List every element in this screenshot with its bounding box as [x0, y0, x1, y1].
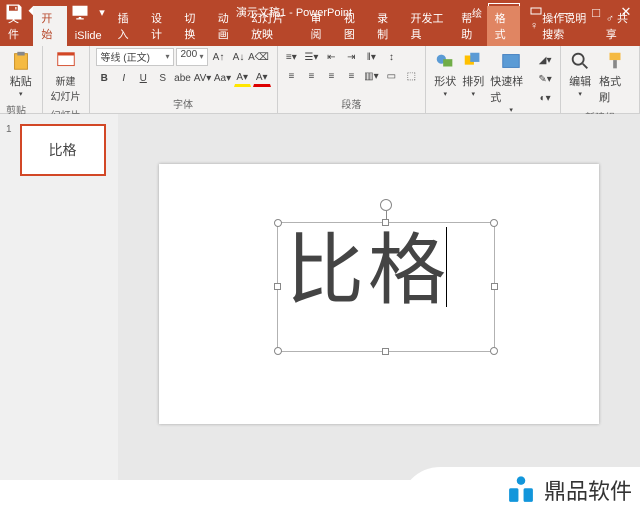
start-slideshow-button[interactable] — [70, 2, 90, 22]
resize-handle-n[interactable] — [382, 219, 389, 226]
slide-number: 1 — [6, 124, 12, 176]
tab-record[interactable]: 录制 — [369, 6, 402, 46]
tab-slideshow[interactable]: 幻灯片放映 — [243, 6, 302, 46]
italic-button[interactable]: I — [115, 69, 133, 87]
group-clipboard: 粘贴 ▾ 剪贴板 — [0, 46, 43, 113]
tab-view[interactable]: 视图 — [336, 6, 369, 46]
format-painter-button[interactable]: 格式刷 — [597, 48, 633, 107]
text-box-selected[interactable]: 比格 — [277, 222, 495, 352]
resize-handle-sw[interactable] — [274, 347, 282, 355]
smartart-button[interactable]: ⬚ — [402, 67, 420, 85]
underline-button[interactable]: U — [135, 69, 153, 87]
quick-styles-button[interactable]: 快速样式▾ — [488, 48, 534, 116]
columns-button[interactable]: ▥▾ — [362, 67, 380, 85]
bold-button[interactable]: B — [96, 69, 114, 87]
powerpoint-window: ▾ 演示文稿1 - PowerPoint 绘 登录 — □ ✕ 文件 开始 iS… — [0, 0, 640, 480]
resize-handle-ne[interactable] — [490, 219, 498, 227]
group-drawing: 形状▾ 排列▾ 快速样式▾ ◢▾ ✎▾ ◐▾ 绘图 — [426, 46, 561, 113]
tab-islide[interactable]: iSlide — [67, 26, 110, 46]
shape-fill-button[interactable]: ◢▾ — [536, 51, 554, 69]
resize-handle-e[interactable] — [491, 283, 498, 290]
ribbon: 粘贴 ▾ 剪贴板 新建 幻灯片 幻灯片 等线 (正文)▾ 200▾ A↑ A↓ … — [0, 46, 640, 114]
spacing-button[interactable]: AV▾ — [194, 69, 212, 87]
clear-format-button[interactable]: A⌫ — [250, 48, 268, 66]
line-spacing-button[interactable]: ‖▾ — [362, 48, 380, 66]
align-text-button[interactable]: ▭ — [382, 67, 400, 85]
slide-thumbnail-1[interactable]: 比格 — [20, 124, 106, 176]
shape-effects-button[interactable]: ◐▾ — [536, 89, 554, 107]
resize-handle-se[interactable] — [490, 347, 498, 355]
resize-handle-s[interactable] — [382, 348, 389, 355]
text-content[interactable]: 比格 — [278, 223, 494, 318]
tab-animations[interactable]: 动画 — [210, 6, 243, 46]
lightbulb-icon: ♀ — [530, 20, 538, 32]
shadow-button[interactable]: abe — [174, 69, 192, 87]
numbering-button[interactable]: ☰▾ — [302, 48, 320, 66]
font-size-select[interactable]: 200▾ — [176, 48, 208, 66]
slide-canvas-area[interactable]: 比格 — [118, 114, 640, 480]
align-left-button[interactable]: ≡ — [282, 67, 300, 85]
group-paragraph: ≡▾ ☰▾ ⇤ ⇥ ‖▾ ↕ ≡ ≡ ≡ ≡ ▥▾ ▭ ⬚ 段落 — [278, 46, 427, 113]
indent-out-button[interactable]: ⇤ — [322, 48, 340, 66]
watermark: 鼎品软件 — [504, 473, 632, 507]
slide[interactable]: 比格 — [159, 164, 599, 424]
justify-button[interactable]: ≡ — [342, 67, 360, 85]
grow-font-button[interactable]: A↑ — [210, 48, 228, 66]
align-center-button[interactable]: ≡ — [302, 67, 320, 85]
tab-transitions[interactable]: 切换 — [176, 6, 209, 46]
group-slides: 新建 幻灯片 幻灯片 — [43, 46, 90, 113]
ribbon-tabs: 文件 开始 iSlide 插入 设计 切换 动画 幻灯片放映 审阅 视图 录制 … — [0, 24, 640, 46]
arrange-button[interactable]: 排列▾ — [460, 48, 486, 116]
tab-home[interactable]: 开始 — [33, 6, 66, 46]
tab-file[interactable]: 文件 — [0, 6, 33, 46]
tab-insert[interactable]: 插入 — [110, 6, 143, 46]
text-direction-button[interactable]: ↕ — [382, 48, 400, 66]
resize-handle-nw[interactable] — [274, 219, 282, 227]
tab-format[interactable]: 格式 — [487, 6, 520, 46]
workspace: 1 比格 比格 — [0, 114, 640, 480]
change-case-button[interactable]: Aa▾ — [214, 69, 232, 87]
new-slide-button[interactable]: 新建 幻灯片 — [49, 48, 83, 105]
indent-in-button[interactable]: ⇥ — [342, 48, 360, 66]
editing-button[interactable]: 编辑▾ — [567, 48, 593, 107]
tab-review[interactable]: 审阅 — [302, 6, 335, 46]
paste-button[interactable]: 粘贴 ▾ — [8, 48, 34, 100]
font-color-button[interactable]: A▾ — [253, 69, 271, 87]
tab-help[interactable]: 帮助 — [453, 6, 486, 46]
group-font: 等线 (正文)▾ 200▾ A↑ A↓ A⌫ B I U S abe AV▾ A… — [90, 46, 278, 113]
font-family-select[interactable]: 等线 (正文)▾ — [96, 48, 174, 66]
strike-button[interactable]: S — [154, 69, 172, 87]
group-editing: 编辑▾ 格式刷 新建组 — [561, 46, 640, 113]
align-right-button[interactable]: ≡ — [322, 67, 340, 85]
text-cursor — [446, 227, 447, 307]
tell-me[interactable]: ♀操作说明搜索 — [524, 6, 598, 46]
share-button[interactable]: ♂ 共享 — [598, 6, 640, 46]
shrink-font-button[interactable]: A↓ — [230, 48, 248, 66]
tab-design[interactable]: 设计 — [143, 6, 176, 46]
highlight-button[interactable]: A▾ — [234, 69, 252, 87]
rotate-handle[interactable] — [380, 199, 392, 211]
bullets-button[interactable]: ≡▾ — [282, 48, 300, 66]
resize-handle-w[interactable] — [274, 283, 281, 290]
shape-outline-button[interactable]: ✎▾ — [536, 70, 554, 88]
shapes-button[interactable]: 形状▾ — [432, 48, 458, 116]
watermark-logo-icon — [504, 473, 538, 507]
slide-panel: 1 比格 — [0, 114, 118, 480]
tab-developer[interactable]: 开发工具 — [403, 6, 454, 46]
